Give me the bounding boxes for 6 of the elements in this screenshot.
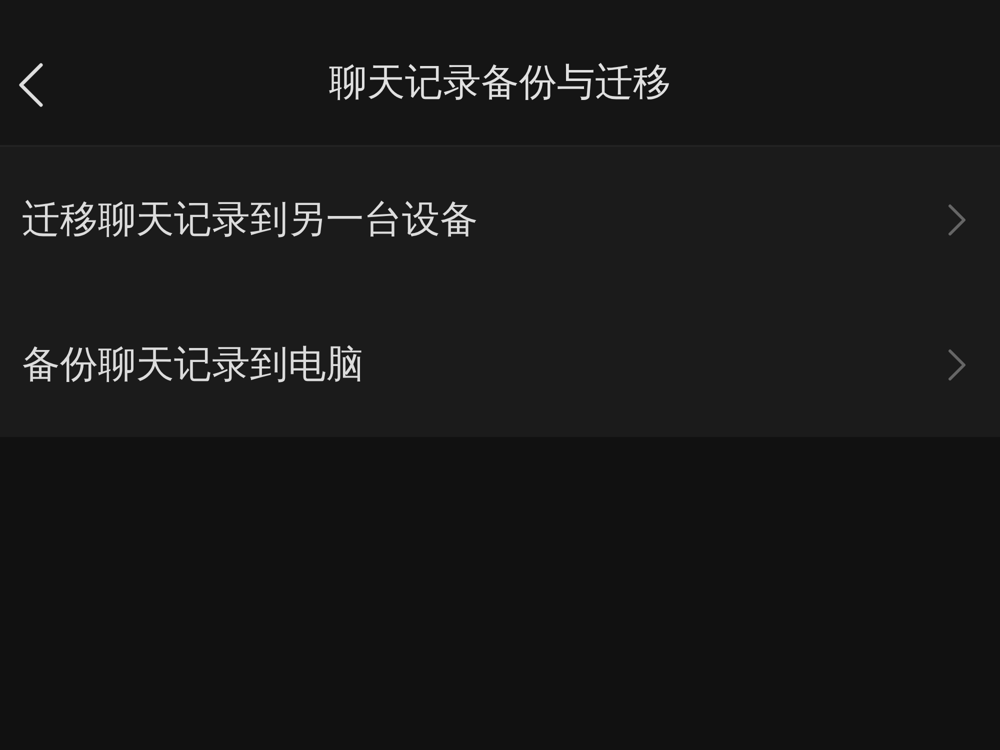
back-icon[interactable]	[18, 63, 44, 107]
chevron-right-icon	[948, 204, 966, 236]
chevron-right-icon	[948, 348, 966, 380]
menu-item[interactable]: 备份聊天记录到电脑	[0, 292, 1000, 437]
menu-item[interactable]: 迁移聊天记录到另一台设备	[0, 147, 1000, 292]
page-title: 聊天记录备份与迁移	[329, 59, 671, 106]
